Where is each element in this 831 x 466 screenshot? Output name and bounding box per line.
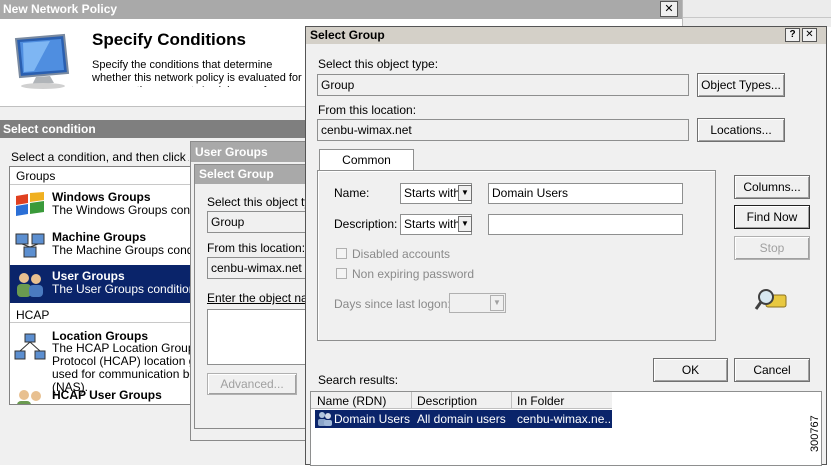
search-icon — [754, 289, 787, 310]
name-mode-value: Starts with — [404, 186, 461, 200]
close-icon: ✕ — [805, 29, 814, 40]
close-button[interactable]: ✕ — [660, 1, 678, 17]
column-header-description[interactable]: Description — [417, 394, 477, 408]
monitor-icon — [14, 33, 70, 89]
location-field: cenbu-wimax.net — [207, 257, 317, 279]
help-icon: ? — [789, 29, 796, 40]
description-mode-value: Starts with — [404, 217, 461, 231]
divider — [10, 184, 190, 185]
condition-machine-groups[interactable]: Machine Groups The Machine Groups condit… — [10, 226, 191, 264]
common-queries-panel: Name: Starts with ▼ Domain Users Descrip… — [317, 170, 716, 341]
hcap-section-label: HCAP — [16, 308, 50, 322]
column-header-name[interactable]: Name (RDN) — [317, 394, 409, 408]
close-icon: ✕ — [664, 3, 674, 15]
select-condition-title: Select condition — [3, 122, 96, 136]
advanced-button[interactable]: Advanced... — [207, 373, 297, 395]
page-description: Specify the conditions that determine wh… — [92, 59, 302, 87]
ok-button[interactable]: OK — [653, 358, 728, 382]
condition-desc: The Machine Groups condition specifies t… — [52, 243, 191, 257]
locations-button[interactable]: Locations... — [697, 118, 785, 142]
select-group-dialog: Select Group ? ✕ Select this object type… — [305, 26, 827, 466]
columns-button[interactable]: Columns... — [734, 175, 810, 199]
windows-groups-icon — [16, 192, 44, 216]
row-name: Domain Users — [334, 412, 411, 426]
tab-common-queries[interactable]: Common Queries — [319, 149, 414, 187]
network-policy-titlebar: New Network Policy ✕ — [0, 0, 684, 19]
hcap-user-groups-icon — [17, 390, 41, 404]
location-groups-icon — [14, 333, 46, 360]
description-input[interactable] — [488, 214, 683, 235]
condition-desc: The HCAP Location Groups condition speci… — [52, 341, 190, 394]
chevron-down-icon[interactable]: ▼ — [490, 295, 504, 311]
condition-hcap-user-groups[interactable]: HCAP User Groups — [10, 385, 190, 404]
object-type-field: Group — [317, 74, 689, 96]
user-group-icon — [318, 412, 332, 426]
column-header-folder[interactable]: In Folder — [517, 394, 564, 408]
condition-location-groups[interactable]: Location Groups The HCAP Location Groups… — [10, 327, 190, 394]
chevron-down-icon[interactable]: ▼ — [458, 216, 472, 232]
location-label: From this location: — [207, 241, 306, 255]
days-since-logon-label: Days since last logon: — [334, 297, 451, 311]
close-button[interactable]: ✕ — [802, 28, 817, 42]
find-now-button[interactable]: Find Now — [734, 205, 810, 229]
object-types-button[interactable]: Object Types... — [697, 73, 785, 97]
location-label: From this location: — [318, 103, 417, 117]
user-groups-icon — [17, 273, 43, 297]
user-groups-titlebar: User Groups — [191, 142, 311, 162]
machine-groups-icon — [15, 233, 45, 258]
window-title: New Network Policy — [3, 2, 118, 16]
row-description: All domain users — [417, 412, 506, 426]
select-group-small-window: Select Group Select this object type: Gr… — [194, 164, 438, 429]
column-divider — [411, 392, 412, 409]
condition-list[interactable]: Groups Windows Groups The Windows Groups… — [9, 166, 191, 405]
name-input[interactable]: Domain Users — [488, 183, 683, 204]
divider — [10, 322, 190, 323]
groups-section-label: Groups — [16, 169, 56, 183]
background-window-edge — [682, 0, 831, 27]
description-label: Description: — [334, 217, 398, 231]
select-group-small-title: Select Group — [199, 167, 274, 181]
object-type-field: Group — [207, 211, 317, 233]
condition-desc: The Windows Groups condition specifies t… — [52, 203, 191, 217]
condition-name: HCAP User Groups — [52, 388, 162, 402]
dialog-title: Select Group — [310, 28, 385, 42]
non-expiring-label: Non expiring password — [352, 267, 475, 281]
user-groups-title: User Groups — [195, 145, 268, 159]
condition-instruction: Select a condition, and then click Add. — [11, 150, 189, 164]
help-button[interactable]: ? — [785, 28, 800, 42]
disabled-accounts-label: Disabled accounts — [352, 247, 451, 261]
search-results-list[interactable]: Name (RDN) Description In Folder Domain … — [310, 391, 822, 466]
cancel-button[interactable]: Cancel — [734, 358, 810, 382]
location-field: cenbu-wimax.net — [317, 119, 689, 141]
condition-name: Machine Groups — [52, 230, 147, 244]
divider — [683, 17, 831, 18]
condition-name: Windows Groups — [52, 190, 151, 204]
select-group-titlebar: Select Group ? ✕ — [306, 27, 826, 44]
disabled-accounts-checkbox[interactable] — [336, 248, 347, 259]
select-group-small-titlebar: Select Group — [195, 165, 311, 184]
results-header: Name (RDN) Description In Folder — [311, 392, 612, 409]
row-folder: cenbu-wimax.ne... — [517, 412, 615, 426]
condition-desc: The User Groups condition specifies that… — [52, 282, 191, 296]
table-row[interactable]: Domain Users All domain users cenbu-wima… — [315, 410, 615, 428]
search-results-label: Search results: — [318, 373, 399, 387]
name-label: Name: — [334, 186, 370, 200]
page-title: Specify Conditions — [92, 30, 246, 49]
condition-windows-groups[interactable]: Windows Groups The Windows Groups condit… — [10, 186, 191, 224]
condition-name: User Groups — [52, 269, 125, 283]
non-expiring-checkbox[interactable] — [336, 268, 347, 279]
object-name-textarea[interactable] — [207, 309, 317, 365]
figure-number: 300767 — [809, 415, 821, 452]
column-divider — [511, 392, 512, 409]
chevron-down-icon[interactable]: ▼ — [458, 185, 472, 201]
condition-user-groups[interactable]: User Groups The User Groups condition sp… — [10, 265, 191, 303]
stop-button[interactable]: Stop — [734, 236, 810, 260]
object-type-label: Select this object type: — [318, 57, 439, 71]
